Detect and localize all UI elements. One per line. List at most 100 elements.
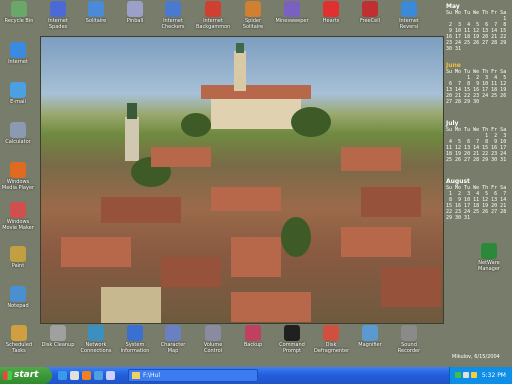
calendar-week-row: 27 28 29 30 [446,99,480,105]
scheduled-tasks-shortcut[interactable]: Scheduled Tasks [2,325,36,354]
character-map-icon [165,325,181,341]
movie-maker-icon [10,202,26,218]
tree [291,107,331,137]
castle-tower [234,51,246,91]
character-map-shortcut[interactable]: Character Map [156,325,190,354]
hearts-icon [323,1,339,17]
disk-defragmenter-shortcut[interactable]: Disk Defragmenter [314,325,349,354]
calculator-icon [10,122,26,138]
disk-defragmenter-icon [323,325,339,341]
backup-icon [245,325,261,341]
pinball-shortcut[interactable]: Pinball [118,1,152,24]
calculator-shortcut[interactable]: Calculator [1,122,35,145]
internet-explorer-shortcut[interactable]: Internet [1,42,35,65]
house-wall [101,287,161,323]
volume-control-shortcut[interactable]: Volume Control [196,325,230,354]
tray-network-icon[interactable] [455,372,461,378]
taskbar: start F:\Hul 5:32 PM [0,367,512,384]
paint-shortcut[interactable]: Paint [1,246,35,269]
castle-roof [201,85,311,99]
reversi-shortcut[interactable]: Internet Reversi [392,1,426,30]
tray-volume-icon[interactable] [463,372,469,378]
paint-icon [10,246,26,262]
calendar-month-name: August [446,178,470,185]
calendar-month-name: May [446,3,460,10]
sound-recorder-icon [401,325,417,341]
calendar-week-row: 29 30 31 [446,215,471,221]
solitaire-shortcut[interactable]: Solitaire [79,1,113,24]
taskbar-folder-window[interactable]: F:\Hul [128,369,258,382]
calendar-month-name: June [446,62,461,69]
recycle-bin-icon [11,1,27,17]
house-roof [161,257,221,287]
notepad-icon [10,286,26,302]
spades-shortcut[interactable]: Internet Spades [41,1,75,30]
calendar-month-name: July [446,120,459,127]
notepad-shortcut[interactable]: Notepad [1,286,35,309]
house-roof [231,237,281,277]
house-roof [341,227,411,257]
magnifier-icon [362,325,378,341]
house-roof [101,197,181,223]
spider-solitaire-icon [245,1,261,17]
backup-shortcut[interactable]: Backup [236,325,270,348]
calendar-week-row: 30 31 [446,46,462,52]
disk-cleanup-icon [50,325,66,341]
house-roof [381,267,441,307]
house-roof [151,147,211,167]
system-information-icon [127,325,143,341]
scheduled-tasks-icon [11,325,27,341]
magnifier-shortcut[interactable]: Magnifier [353,325,387,348]
castle-tower-spire [236,43,244,53]
minesweeper-shortcut[interactable]: Minesweeper [275,1,309,24]
church-spire [127,103,137,119]
house-roof [61,237,131,267]
house-roof [231,292,311,322]
media-player-shortcut[interactable]: Windows Media Player [1,162,35,191]
network-connections-shortcut[interactable]: Network Connections [79,325,113,354]
movie-maker-shortcut[interactable]: Windows Movie Maker [1,202,35,231]
windows-logo-icon [3,371,12,380]
wallpaper-photo [40,36,444,324]
backgammon-icon [205,1,221,17]
checkers-shortcut[interactable]: Internet Checkers [156,1,190,30]
media-player-icon [10,162,26,178]
show-desktop-icon[interactable] [70,371,79,380]
start-label: start [14,370,39,380]
reversi-icon [401,1,417,17]
system-information-shortcut[interactable]: System Information [118,325,152,354]
house-roof [341,147,401,171]
calendar-week-row: 25 26 27 28 29 30 31 [446,157,507,163]
netware-manager-shortcut[interactable]: NetWare Manager [472,243,506,272]
solitaire-icon [88,1,104,17]
start-button[interactable]: start [0,367,52,384]
disk-cleanup-shortcut[interactable]: Disk Cleanup [41,325,75,348]
quicklaunch-icon[interactable] [106,371,115,380]
calendar-month: May Su Mo Tu We Th Fr Sa 1 2 3 4 5 6 7 8 … [446,3,510,52]
house-roof [211,187,281,211]
task-label: F:\Hul [143,372,161,379]
command-prompt-shortcut[interactable]: Command Prompt [275,325,309,354]
recycle-bin-shortcut[interactable]: Recycle Bin [2,1,36,24]
messenger-quicklaunch-icon[interactable] [94,371,103,380]
volume-control-icon [205,325,221,341]
house-roof [361,187,421,217]
tree [181,113,211,137]
sound-recorder-shortcut[interactable]: Sound Recorder [392,325,426,354]
freecell-shortcut[interactable]: FreeCell [353,1,387,24]
media-player-quicklaunch-icon[interactable] [82,371,91,380]
hearts-shortcut[interactable]: Hearts [314,1,348,24]
spider-solitaire-shortcut[interactable]: Spider Solitaire [236,1,270,30]
calendar-month: July Su Mo Tu We Th Fr Sa 1 2 3 4 5 6 7 8… [446,120,510,163]
email-icon [10,82,26,98]
wallpaper-caption: Mikulov, 6/15/2004 [452,354,500,360]
command-prompt-icon [284,325,300,341]
ie-quicklaunch-icon[interactable] [58,371,67,380]
tray-icon[interactable] [471,372,477,378]
calendar-month: August Su Mo Tu We Th Fr Sa 1 2 3 4 5 6 7… [446,178,510,221]
pinball-icon [127,1,143,17]
checkers-icon [165,1,181,17]
clock[interactable]: 5:32 PM [482,367,506,384]
backgammon-shortcut[interactable]: Internet Backgammon [196,1,230,30]
email-shortcut[interactable]: E-mail [1,82,35,105]
